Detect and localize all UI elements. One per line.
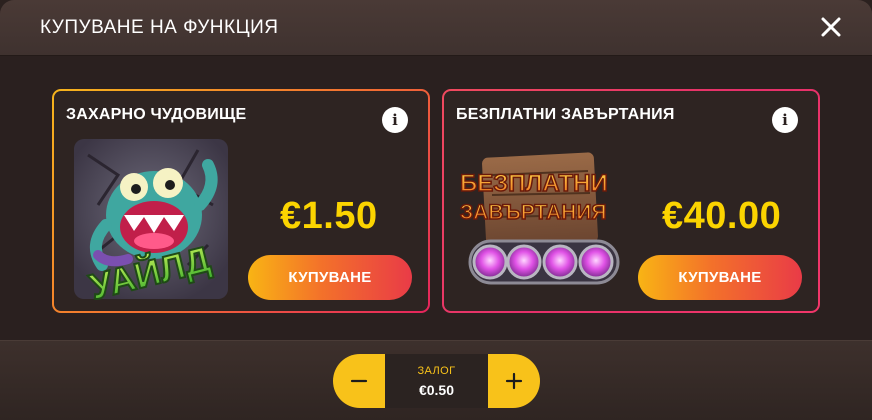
sugar-monster-wild-icon: УАЙЛД: [68, 135, 234, 309]
feature-card-sugar-monster: ЗАХАРНО ЧУДОВИЩЕ i УАЙЛД €1.50 КУПУВАНЕ: [52, 89, 430, 313]
minus-icon: [350, 379, 368, 383]
free-spins-icon: БЕЗПЛАТНИ ЗАВЪРТАНИЯ: [458, 135, 624, 305]
info-icon[interactable]: i: [382, 107, 408, 133]
card-title: ЗАХАРНО ЧУДОВИЩЕ: [66, 106, 247, 123]
stake-bar: ЗАЛОГ €0.50: [0, 340, 872, 420]
stake-display: ЗАЛОГ €0.50: [385, 354, 488, 408]
feature-list: ЗАХАРНО ЧУДОВИЩЕ i УАЙЛД €1.50 КУПУВАНЕ …: [0, 56, 872, 340]
modal-header: КУПУВАНЕ НА ФУНКЦИЯ: [0, 0, 872, 56]
feature-buy-modal: КУПУВАНЕ НА ФУНКЦИЯ ЗАХАРНО ЧУДОВИЩЕ i У…: [0, 0, 872, 420]
art-text-line2: ЗАВЪРТАНИЯ: [460, 201, 606, 224]
card-title: БЕЗПЛАТНИ ЗАВЪРТАНИЯ: [456, 106, 675, 123]
feature-card-free-spins: БЕЗПЛАТНИ ЗАВЪРТАНИЯ i БЕЗПЛАТНИ ЗАВЪРТА…: [442, 89, 820, 313]
stake-label: ЗАЛОГ: [417, 364, 456, 377]
stake-value: €0.50: [418, 381, 455, 398]
modal-title: КУПУВАНЕ НА ФУНКЦИЯ: [40, 16, 279, 38]
close-icon[interactable]: [820, 16, 842, 38]
info-icon[interactable]: i: [772, 107, 798, 133]
price: €40.00: [662, 195, 782, 237]
price: €1.50: [280, 195, 378, 237]
art-text-line1: БЕЗПЛАТНИ: [460, 170, 608, 197]
plus-icon: [505, 372, 523, 390]
stake-control: ЗАЛОГ €0.50: [333, 354, 540, 408]
buy-button[interactable]: КУПУВАНЕ: [638, 255, 802, 300]
buy-button[interactable]: КУПУВАНЕ: [248, 255, 412, 300]
decrease-stake-button[interactable]: [333, 354, 385, 408]
increase-stake-button[interactable]: [488, 354, 540, 408]
